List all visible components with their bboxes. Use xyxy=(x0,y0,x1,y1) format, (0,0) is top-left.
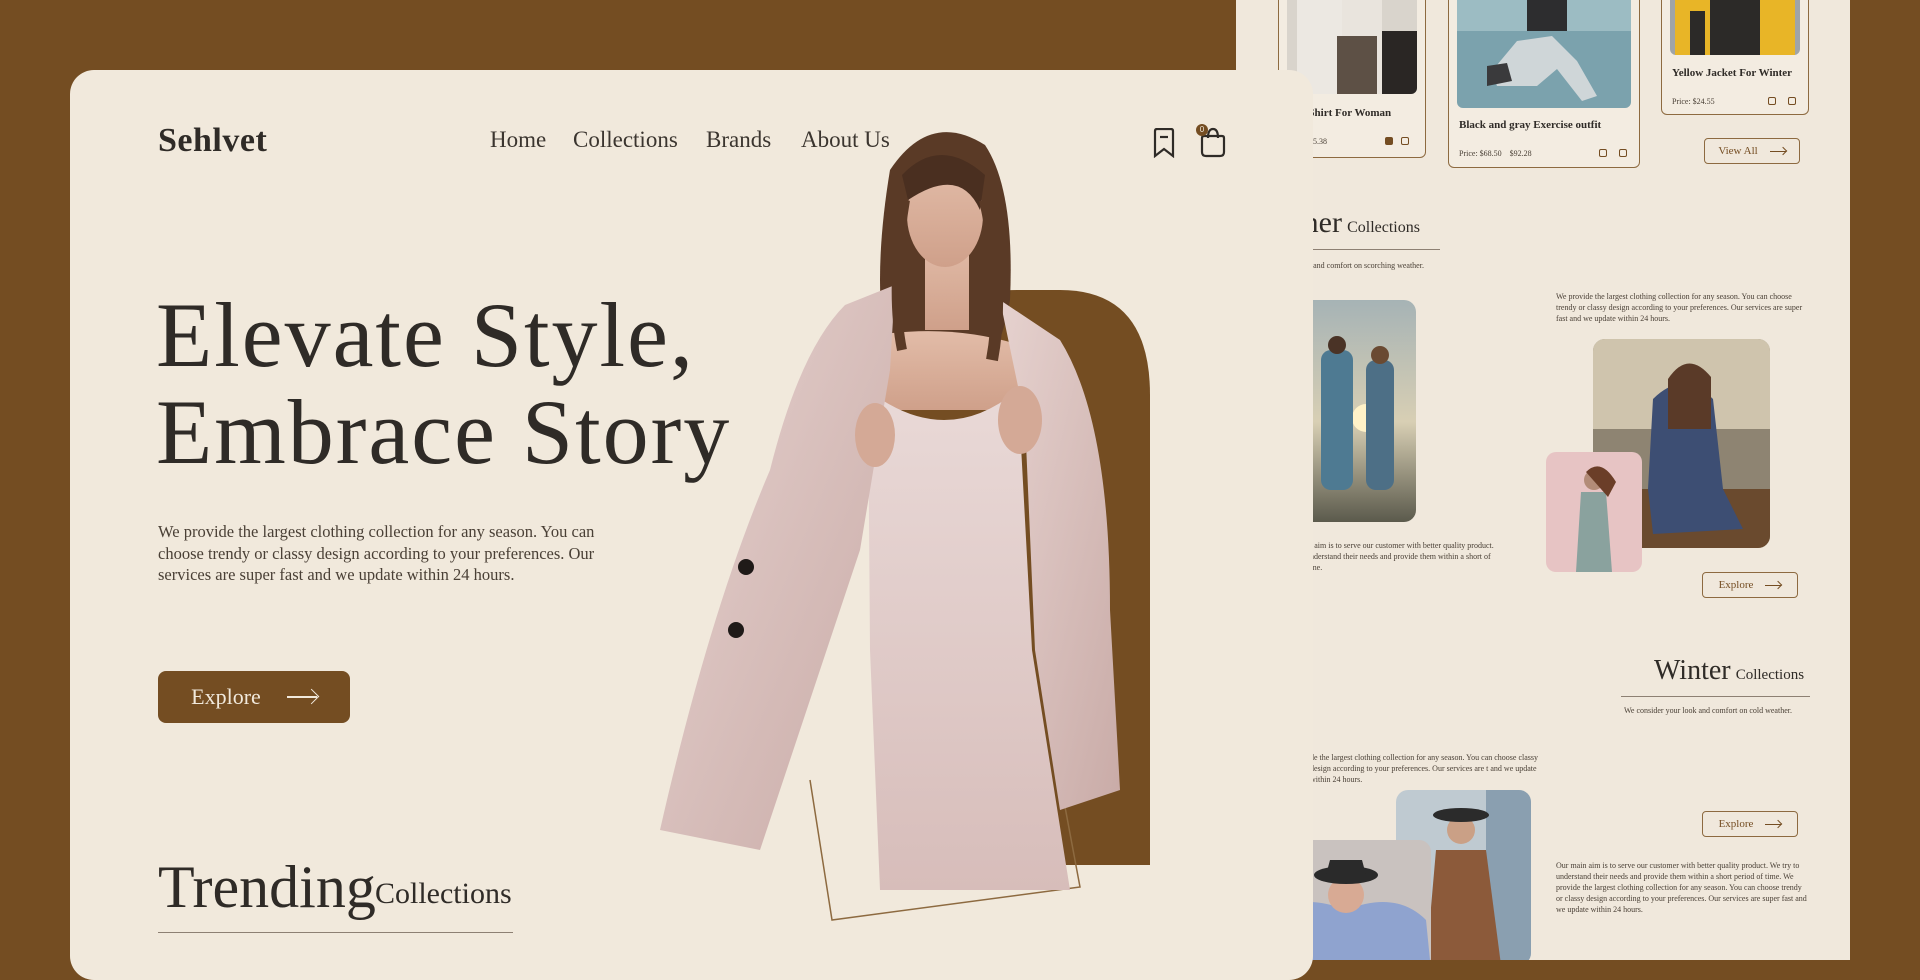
product-photo-exercise xyxy=(1457,0,1631,108)
bookmark-icon[interactable] xyxy=(1152,127,1176,159)
hero-model-photo xyxy=(660,132,1150,921)
trending-heading: Trending xyxy=(158,854,376,920)
summer-left-description: in aim is to serve our customer with bet… xyxy=(1306,541,1494,572)
cart-count-badge: 0 xyxy=(1196,124,1208,136)
view-all-button[interactable]: View All xyxy=(1704,138,1800,164)
explore-button[interactable]: Explore xyxy=(158,671,350,723)
cart-icon[interactable] xyxy=(1788,97,1796,105)
hero-title-line-2: Embrace Story xyxy=(156,381,732,483)
summer-small-image xyxy=(1546,452,1642,572)
nav-home[interactable]: Home xyxy=(490,127,546,153)
summer-small-photo xyxy=(1546,452,1642,572)
bookmark-icon[interactable] xyxy=(1385,137,1393,145)
winter-left-description: de the largest clothing collection for a… xyxy=(1310,753,1539,784)
cart-icon[interactable] xyxy=(1619,149,1627,157)
winter-heading-underline xyxy=(1621,696,1810,697)
view-all-label: View All xyxy=(1718,145,1758,157)
summer-explore-button[interactable]: Explore xyxy=(1702,572,1798,598)
winter-tagline: We consider your look and comfort on col… xyxy=(1624,706,1792,715)
product-price: Price: $24.55 xyxy=(1672,97,1715,106)
winter-explore-button[interactable]: Explore xyxy=(1702,811,1798,837)
arrow-right-icon xyxy=(286,696,317,698)
bookmark-icon[interactable] xyxy=(1599,149,1607,157)
product-photo-jacket xyxy=(1670,0,1800,55)
hero-title-line-1: Elevate Style, xyxy=(156,284,695,386)
product-price: Price: $68.50 $92.28 xyxy=(1459,149,1532,158)
winter-right-description: Our main aim is to serve our customer wi… xyxy=(1556,861,1807,914)
jacket-left xyxy=(660,285,895,850)
winter-explore-label: Explore xyxy=(1718,818,1754,830)
trending-heading-suffix: Collections xyxy=(375,877,512,910)
secondary-page-preview: nal Shirt For Woman 75.38 Black and gray… xyxy=(1236,0,1850,960)
hero-description: We provide the largest clothing collecti… xyxy=(158,522,595,584)
trending-underline xyxy=(158,932,513,933)
product-card[interactable]: Yellow Jacket For Winter Price: $24.55 xyxy=(1661,0,1809,115)
arrow-right-icon xyxy=(1769,150,1786,152)
cart-icon[interactable]: 0 xyxy=(1196,124,1228,158)
hero-card: Sehlvet Home Collections Brands About Us xyxy=(70,70,1313,980)
product-image-jacket xyxy=(1670,0,1800,55)
product-title: Yellow Jacket For Winter xyxy=(1672,67,1793,79)
arrow-right-icon xyxy=(1765,584,1782,586)
product-image-exercise xyxy=(1457,0,1631,108)
cart-icon[interactable] xyxy=(1401,137,1409,145)
summer-right-description: We provide the largest clothing collecti… xyxy=(1556,292,1803,323)
bookmark-icon[interactable] xyxy=(1768,97,1776,105)
winter-heading: Winter Collections xyxy=(1654,655,1805,686)
explore-button-label: Explore xyxy=(191,684,261,709)
brand-logo[interactable]: Sehlvet xyxy=(158,122,267,160)
arrow-right-icon xyxy=(1765,823,1782,825)
product-card[interactable]: Black and gray Exercise outfit Price: $6… xyxy=(1448,0,1640,168)
summer-explore-label: Explore xyxy=(1718,579,1754,591)
product-title: Black and gray Exercise outfit xyxy=(1459,119,1602,131)
